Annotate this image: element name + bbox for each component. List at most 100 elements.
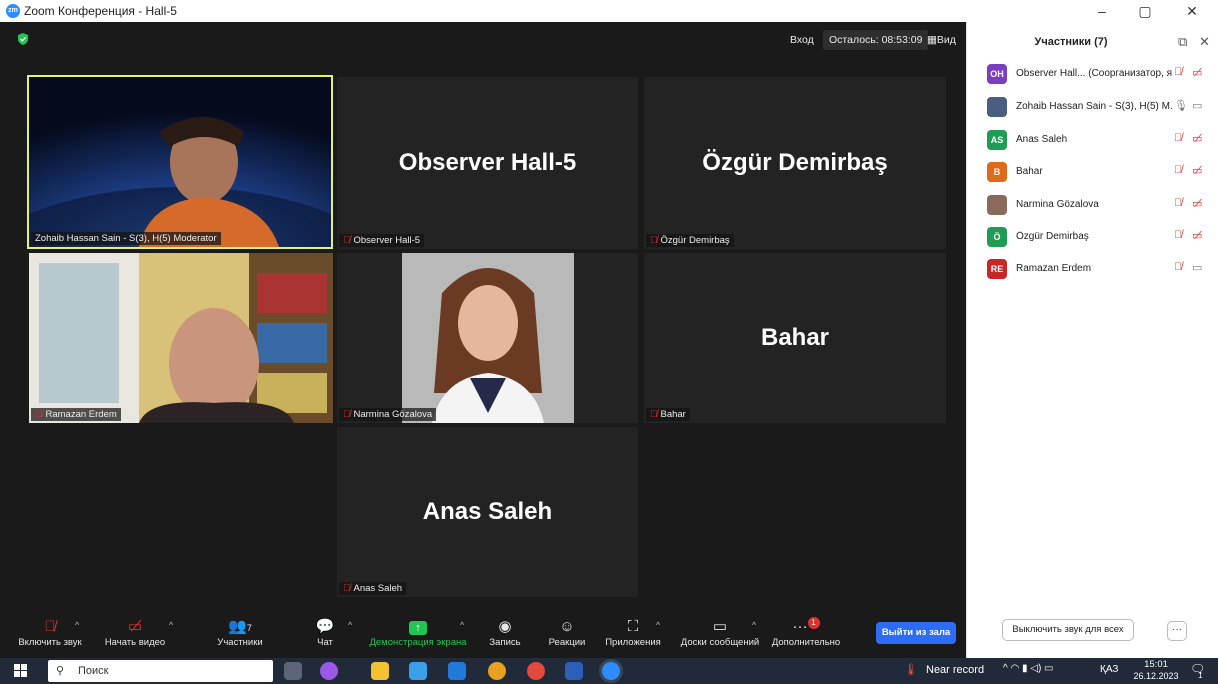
mic-muted-icon[interactable]: 🎙̸ — [1174, 66, 1182, 78]
camera-off-icon[interactable]: ▭̸ — [1192, 66, 1202, 79]
windows-start-icon[interactable] — [14, 664, 28, 678]
whiteboards-button[interactable]: ▭ Доски сообщений — [676, 617, 764, 648]
close-panel-icon[interactable]: ✕ — [1199, 34, 1210, 50]
security-shield-icon[interactable] — [17, 33, 29, 45]
keyboard-language[interactable]: ҚАЗ — [1100, 664, 1118, 675]
windows-taskbar: ⚲ Поиск 🌡 Near record ^ ◠ ▮ ◁) ▭ ҚАЗ 15:… — [0, 658, 1218, 684]
mic-muted-icon[interactable]: 🎙̸ — [1174, 132, 1182, 144]
weather-text[interactable]: Near record — [926, 664, 984, 676]
mic-muted-icon: 🎙̸ — [343, 409, 351, 420]
maximize-button[interactable]: ▢ — [1130, 2, 1160, 20]
participant-name: Ramazan Erdem — [1016, 263, 1092, 274]
start-video-button[interactable]: ▭̸ Начать видео — [100, 617, 170, 648]
notification-count: 1 — [1198, 671, 1203, 680]
video-tile-anas[interactable]: Anas Saleh 🎙̸ Anas Saleh — [337, 427, 638, 597]
clock-time[interactable]: 15:01 — [1136, 659, 1176, 670]
more-button[interactable]: ··· 1 Дополнительно — [770, 617, 842, 648]
leave-room-button[interactable]: Выйти из зала — [876, 622, 956, 644]
clock-date[interactable]: 26.12.2023 — [1128, 671, 1184, 681]
view-button[interactable]: ▦Вид — [927, 30, 956, 50]
tile-big-name: Anas Saleh — [422, 498, 553, 525]
mic-muted-icon[interactable]: 🎙̸ — [1174, 197, 1182, 209]
word-icon[interactable] — [565, 662, 583, 680]
share-screen-button[interactable]: ↑ Демонстрация экрана — [366, 617, 470, 648]
avatar — [987, 97, 1007, 117]
close-button[interactable]: ✕ — [1177, 2, 1207, 20]
participant-name: Bahar — [1016, 166, 1043, 177]
mic-icon[interactable]: 🎙 — [1174, 99, 1188, 112]
mic-muted-icon: 🎙̸ — [343, 235, 351, 246]
window-title: Zoom Конференция - Hall-5 — [24, 4, 177, 18]
camera-off-icon[interactable]: ▭̸ — [1192, 197, 1202, 210]
chrome-icon[interactable] — [488, 662, 506, 680]
chrome-profile-icon[interactable] — [527, 662, 545, 680]
mute-all-button[interactable]: Выключить звук для всех — [1002, 619, 1134, 641]
tile-big-name: Bahar — [760, 324, 830, 351]
avatar: Ö — [987, 227, 1007, 247]
whiteboard-icon: ▭ — [712, 618, 728, 635]
popout-icon[interactable]: ⧉ — [1178, 34, 1187, 50]
tile-name-label: 🎙̸ Bahar — [646, 408, 690, 421]
participants-icon: 👥 — [228, 618, 247, 635]
participants-count: 7 — [246, 623, 252, 633]
participant-item[interactable]: Ö Özgür Demirbaş 🎙̸ ▭̸ — [987, 227, 1209, 247]
mic-muted-icon: 🎙̸ — [35, 409, 43, 420]
mic-muted-icon[interactable]: 🎙̸ — [1174, 261, 1182, 273]
participant-item[interactable]: OH Observer Hall... (Соорганизатор, я) 🎙… — [987, 64, 1209, 84]
reactions-icon: ☺ — [559, 618, 575, 635]
zoom-icon: zm — [6, 4, 20, 18]
participant-item[interactable]: B Bahar 🎙̸ ▭̸ — [987, 162, 1209, 182]
video-tile-observer[interactable]: Observer Hall-5 🎙̸ Observer Hall-5 — [337, 77, 638, 249]
enter-button[interactable]: Вход — [790, 30, 814, 50]
video-options-caret[interactable]: ^ — [169, 620, 173, 630]
tile-big-name: Observer Hall-5 — [398, 149, 577, 176]
video-tile-zohaib[interactable]: Zohaib Hassan Sain - S(3), H(5) Moderato… — [27, 75, 333, 249]
tile-name-label: 🎙̸ Anas Saleh — [339, 582, 407, 595]
camera-icon[interactable]: ▭ — [1192, 99, 1202, 112]
camera-icon[interactable]: ▭ — [1192, 261, 1202, 274]
avatar: RE — [987, 259, 1007, 279]
video-tile-narmina[interactable]: 🎙̸ Narmina Gözalova — [337, 253, 638, 423]
mic-muted-icon[interactable]: 🎙̸ — [1174, 229, 1182, 241]
participant-item[interactable]: RE Ramazan Erdem 🎙̸ ▭ — [987, 259, 1209, 279]
more-icon: ··· — [792, 618, 808, 635]
apps-options-caret[interactable]: ^ — [656, 620, 660, 630]
video-tile-bahar[interactable]: Bahar 🎙̸ Bahar — [644, 253, 946, 423]
participant-name: Narmina Gözalova — [1016, 199, 1099, 210]
mic-muted-icon: 🎙̸ — [343, 583, 351, 594]
camera-off-icon[interactable]: ▭̸ — [1192, 132, 1202, 145]
avatar — [987, 195, 1007, 215]
file-explorer-icon[interactable] — [371, 662, 389, 680]
video-tile-ramazan[interactable]: 🎙̸ Ramazan Erdem — [29, 253, 333, 423]
chat-options-caret[interactable]: ^ — [348, 620, 352, 630]
tile-name-label: 🎙̸ Narmina Gözalova — [339, 408, 437, 421]
participant-name: Anas Saleh — [1016, 134, 1068, 145]
share-options-caret[interactable]: ^ — [460, 620, 464, 630]
task-view-icon[interactable] — [284, 662, 302, 680]
mic-muted-icon[interactable]: 🎙̸ — [1174, 164, 1182, 176]
store-icon[interactable] — [409, 662, 427, 680]
camera-off-icon[interactable]: ▭̸ — [1192, 164, 1202, 177]
more-options-button[interactable]: ··· — [1167, 621, 1187, 641]
reactions-button[interactable]: ☺ Реакции — [544, 617, 590, 648]
zoom-taskbar-icon[interactable] — [602, 662, 620, 680]
video-tile-ozgur[interactable]: Özgür Demirbaş 🎙̸ Özgür Demirbaş — [644, 77, 946, 249]
apps-button[interactable]: ⛶ Приложения — [602, 617, 664, 648]
app-icon[interactable] — [320, 662, 338, 680]
participant-item[interactable]: AS Anas Saleh 🎙̸ ▭̸ — [987, 130, 1209, 150]
audio-options-caret[interactable]: ^ — [75, 620, 79, 630]
chat-button[interactable]: 💬 Чат — [310, 617, 340, 648]
whiteboard-options-caret[interactable]: ^ — [752, 620, 756, 630]
record-button[interactable]: ◉ Запись — [484, 617, 526, 648]
participants-button[interactable]: 👥7 Участники — [208, 617, 272, 648]
mail-icon[interactable] — [448, 662, 466, 680]
tray-icons[interactable]: ^ ◠ ▮ ◁) ▭ — [1003, 663, 1054, 674]
chat-icon: 💬 — [315, 618, 335, 635]
minimize-button[interactable]: – — [1087, 2, 1117, 20]
mic-muted-icon: 🎙̸ — [650, 409, 658, 420]
camera-off-icon[interactable]: ▭̸ — [1192, 229, 1202, 242]
participant-item[interactable]: Narmina Gözalova 🎙̸ ▭̸ — [987, 195, 1209, 215]
taskbar-search[interactable]: ⚲ Поиск — [48, 660, 273, 682]
more-badge: 1 — [807, 617, 820, 629]
participant-item[interactable]: Zohaib Hassan Sain - S(3), H(5) M... 🎙 ▭ — [987, 97, 1209, 117]
